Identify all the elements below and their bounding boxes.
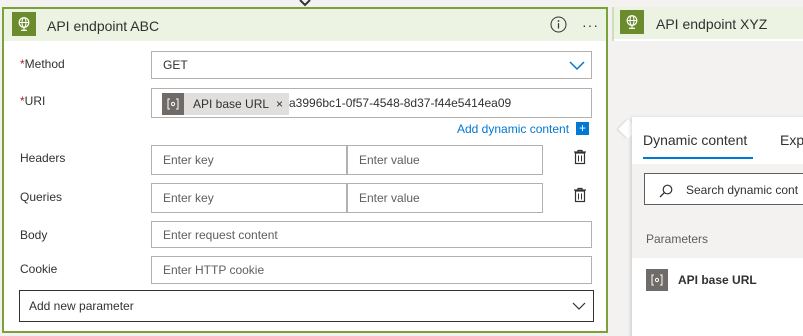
body-input[interactable]: Enter request content (151, 221, 592, 248)
action-card-xyz[interactable]: API endpoint XYZ (612, 7, 803, 41)
dynamic-item-api-base-url[interactable]: API base URL (646, 269, 757, 291)
active-tab-indicator (643, 157, 753, 159)
parameters-label: Parameters (646, 232, 709, 246)
method-value: GET (163, 58, 188, 72)
add-new-parameter-dropdown[interactable]: Add new parameter (19, 290, 594, 322)
headers-key-input[interactable]: Enter key (151, 145, 347, 175)
search-input[interactable]: Search dynamic cont (644, 173, 803, 205)
method-select[interactable]: GET (151, 51, 592, 79)
dynamic-item-label: API base URL (678, 273, 757, 287)
uri-token-label: API base URL (193, 97, 270, 111)
trash-icon[interactable] (572, 187, 588, 203)
queries-value-input[interactable]: Enter value (347, 183, 543, 213)
dynamic-content-panel: Dynamic content Expr Search dynamic cont… (632, 117, 803, 336)
trash-icon[interactable] (572, 149, 588, 165)
cookie-label: Cookie (20, 262, 58, 276)
tab-expression[interactable]: Expr (780, 132, 803, 148)
add-dynamic-content-link[interactable]: Add dynamic content (457, 122, 569, 136)
card-header[interactable]: API endpoint ABC ··· (4, 9, 606, 41)
card-title: API endpoint XYZ (656, 16, 768, 32)
info-icon[interactable] (550, 16, 567, 33)
uri-token[interactable]: API base URL × (162, 93, 290, 115)
chevron-down-icon (572, 302, 586, 310)
globe-icon (620, 10, 644, 34)
body-label: Body (20, 228, 48, 242)
queries-label: Queries (20, 190, 63, 204)
search-area: Search dynamic cont (632, 164, 803, 220)
add-dynamic-content-icon[interactable]: + (576, 122, 589, 135)
uri-value: a3996bc1-0f57-4548-8d37-f44e5414ea09 (289, 96, 512, 110)
uri-label: *URI (20, 94, 46, 108)
card-header[interactable]: API endpoint XYZ (614, 7, 803, 39)
method-label: *Method (20, 57, 65, 71)
uri-input[interactable]: API base URL × a3996bc1-0f57-4548-8d37-f… (151, 88, 592, 118)
parameter-icon (162, 93, 184, 115)
globe-icon (12, 12, 36, 36)
card-title: API endpoint ABC (47, 18, 160, 34)
headers-value-input[interactable]: Enter value (347, 145, 543, 175)
cookie-input[interactable]: Enter HTTP cookie (151, 256, 592, 284)
parameters-section-header: Parameters (632, 220, 803, 258)
token-remove-icon[interactable]: × (276, 97, 283, 111)
search-icon (659, 184, 673, 198)
headers-label: Headers (20, 151, 66, 165)
chevron-down-icon (569, 61, 585, 71)
tab-dynamic-content[interactable]: Dynamic content (643, 132, 747, 148)
search-placeholder: Search dynamic cont (686, 183, 799, 197)
queries-key-input[interactable]: Enter key (151, 183, 347, 213)
action-card-abc: API endpoint ABC ··· *Method GET *URI AP… (2, 7, 608, 333)
parameter-icon (646, 269, 668, 291)
more-options-icon[interactable]: ··· (582, 18, 599, 32)
